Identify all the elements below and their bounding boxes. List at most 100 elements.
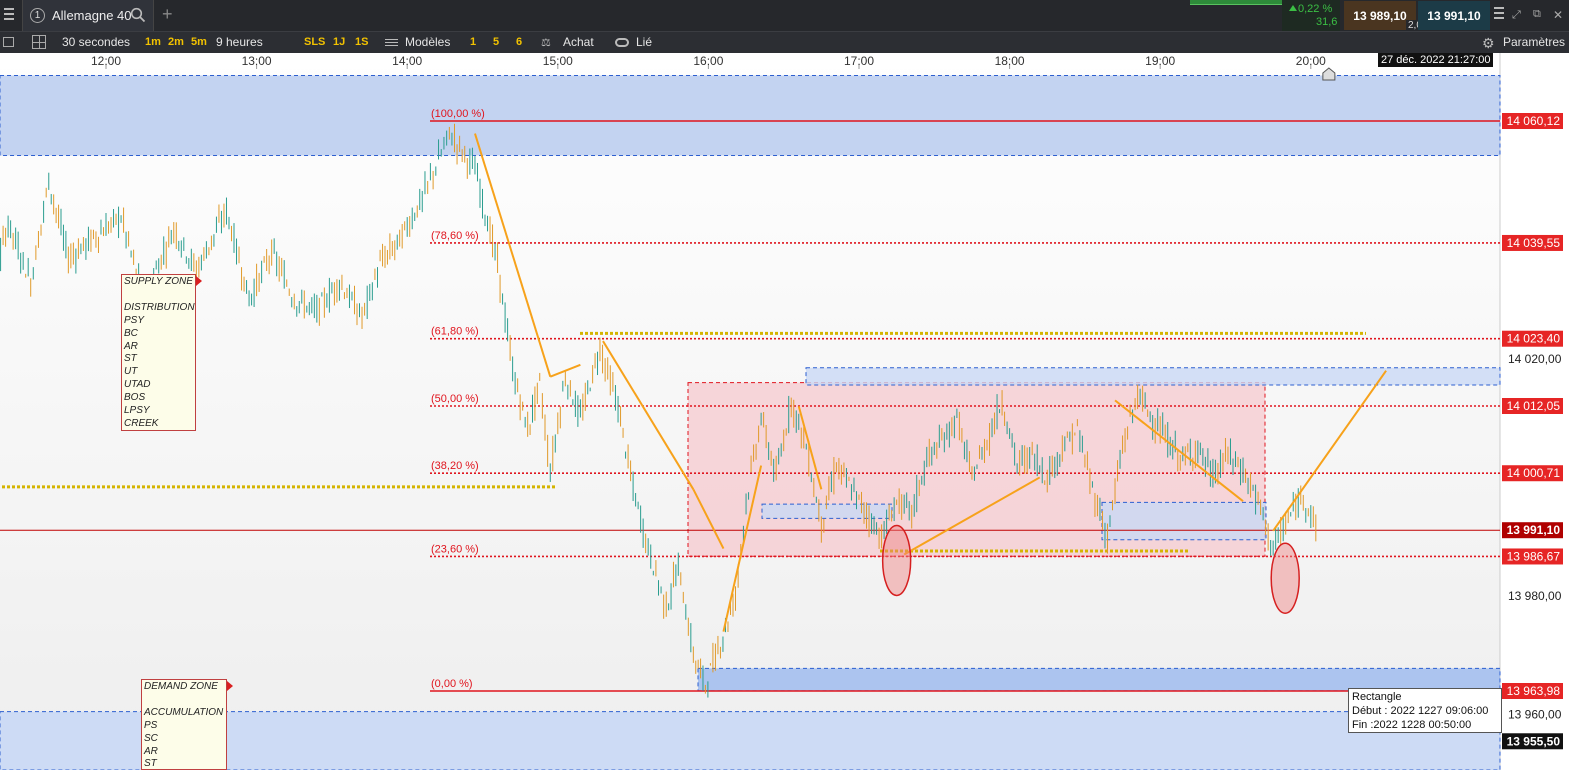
collapse-icon[interactable] (1494, 7, 1504, 21)
bid-price: 13 989,10 (1353, 8, 1407, 23)
x-tick-label: 14:00 (392, 54, 422, 68)
instrument-name: Allemagne 40 (52, 8, 132, 23)
search-icon[interactable] (130, 7, 146, 23)
supply-zone-item: PSY (124, 314, 145, 326)
buy-icon: ⚖ (541, 37, 551, 49)
supply-zone-item: CREEK (124, 417, 159, 429)
menu-icon[interactable] (4, 8, 14, 20)
add-tab-icon[interactable]: + (162, 4, 173, 25)
demand-zone-item: PS (144, 719, 158, 731)
templates-icon (385, 37, 398, 48)
fib-label: (78,60 %) (431, 230, 479, 242)
chart-toolbar: 30 secondes 1m 2m 5m 9 heures SLS 1J 1S … (0, 31, 1569, 53)
supply-zone-rect (0, 74, 1501, 157)
supply-zone-item: BC (124, 327, 138, 339)
quantity-1[interactable]: 1 (470, 36, 476, 48)
crosshair-date-label: 27 déc. 2022 21:27:00 (1378, 53, 1494, 67)
quantity-6[interactable]: 6 (516, 36, 522, 48)
x-tick-label: 15:00 (543, 54, 573, 68)
x-tick-label: 20:00 (1296, 54, 1326, 68)
price-label: 14 060,12 (1507, 114, 1561, 128)
price-label: 14 039,55 (1507, 236, 1561, 250)
price-label: 13 963,98 (1507, 684, 1561, 698)
fib-label: (38,20 %) (431, 460, 479, 472)
resistance-rect (805, 367, 1501, 386)
1s-button[interactable]: 1S (355, 36, 368, 48)
x-axis-band (0, 53, 1500, 69)
supply-zone-title: SUPPLY ZONE (124, 276, 193, 287)
ask-price: 13 991,10 (1427, 8, 1481, 23)
demand-zone-item: ST (144, 758, 157, 770)
supply-zone-item: LPSY (124, 405, 150, 417)
up-arrow-icon (1289, 5, 1297, 11)
price-label: 14 023,40 (1507, 332, 1561, 346)
supply-zone-item (124, 289, 193, 302)
supply-zone-item: UT (124, 366, 138, 378)
timeframe-2m[interactable]: 2m (168, 36, 184, 48)
price-label: 14 000,71 (1507, 466, 1561, 480)
instrument-badge: 1 (30, 8, 45, 23)
close-icon[interactable]: ✕ (1553, 8, 1563, 22)
supply-zone-item: DISTRIBUTION (124, 301, 195, 313)
tooltip-end: Fin :2022 1228 00:50:00 (1352, 719, 1472, 731)
interval-select[interactable]: 30 secondes (62, 35, 130, 49)
tooltip-start: Début : 2022 1227 09:06:00 (1352, 705, 1489, 717)
popout-icon[interactable]: ⧉ (1533, 8, 1541, 21)
annotation-circle (1270, 542, 1300, 614)
annotation-circle (881, 524, 912, 597)
supply-zone-item: AR (124, 340, 138, 352)
demand-zone-title: DEMAND ZONE (144, 681, 218, 692)
change-pct: 0,22 % (1298, 3, 1333, 15)
support-rect-1 (761, 503, 893, 519)
settings-button[interactable]: Paramètres (1503, 35, 1565, 49)
layout-icon[interactable] (32, 35, 46, 49)
fib-label: (50,00 %) (431, 393, 479, 405)
templates-button[interactable]: Modèles (405, 35, 450, 49)
supply-zone-item: UTAD (124, 379, 151, 391)
price-label: 13 986,67 (1507, 549, 1561, 563)
support-rect-2 (1101, 501, 1267, 541)
sls-button[interactable]: SLS (304, 36, 325, 48)
fib-label: (23,60 %) (431, 543, 479, 555)
demand-zone-item: ACCUMULATION (144, 706, 224, 718)
timeframe-1m[interactable]: 1m (145, 36, 161, 48)
demand-zone-item: AR (144, 745, 158, 757)
link-icon (615, 38, 629, 47)
change-abs: 31,6 (1316, 16, 1338, 28)
demand-flag-icon (227, 681, 233, 691)
supply-zone-item: BOS (124, 392, 146, 404)
quantity-5[interactable]: 5 (493, 36, 499, 48)
y-tick-label: 13 960,00 (1508, 708, 1562, 722)
fib-label: (0,00 %) (431, 678, 473, 690)
x-tick-label: 12:00 (91, 54, 121, 68)
green-strip (1190, 0, 1282, 5)
list-icon[interactable] (3, 37, 14, 47)
fib-label: (100,00 %) (431, 108, 485, 120)
x-tick-label: 13:00 (242, 54, 272, 68)
supply-flag-icon (196, 276, 202, 286)
expand-icon[interactable]: ⤢ (1512, 9, 1521, 22)
price-chart[interactable]: (100,00 %) (78,60 %) (61,80 %) (50,00 %) (38… (0, 53, 1569, 770)
demand-zone-item (144, 694, 224, 707)
timeframe-5m[interactable]: 5m (191, 36, 207, 48)
demand-zone-box: DEMAND ZONE ACCUMULATION PS SC AR ST (141, 679, 227, 770)
price-label: 13 955,50 (1507, 734, 1561, 748)
fib-label: (61,80 %) (431, 326, 479, 338)
duration-select[interactable]: 9 heures (216, 35, 263, 49)
title-bar: 1 Allemagne 40 + 0,22 % 31,6 13 989,10 2… (0, 0, 1569, 31)
demand-zone-item: SC (144, 732, 158, 744)
1j-button[interactable]: 1J (333, 36, 345, 48)
rectangle-tooltip: Rectangle Début : 2022 1227 09:06:00 Fin… (1348, 688, 1502, 733)
linked-button[interactable]: Lié (636, 35, 652, 49)
supply-zone-item: ST (124, 353, 137, 365)
ask-button[interactable]: 13 991,10 (1418, 1, 1490, 30)
x-tick-label: 17:00 (844, 54, 874, 68)
y-tick-label: 13 980,00 (1508, 589, 1562, 603)
gear-icon[interactable]: ⚙ (1482, 35, 1495, 52)
x-tick-label: 19:00 (1145, 54, 1175, 68)
price-label: 14 012,05 (1507, 399, 1561, 413)
x-tick-label: 18:00 (995, 54, 1025, 68)
supply-zone-box: SUPPLY ZONE DISTRIBUTION PSY BC AR ST UT UTAD B… (121, 274, 196, 431)
buy-button[interactable]: Achat (563, 35, 594, 49)
price-label: 13 991,10 (1507, 523, 1561, 537)
